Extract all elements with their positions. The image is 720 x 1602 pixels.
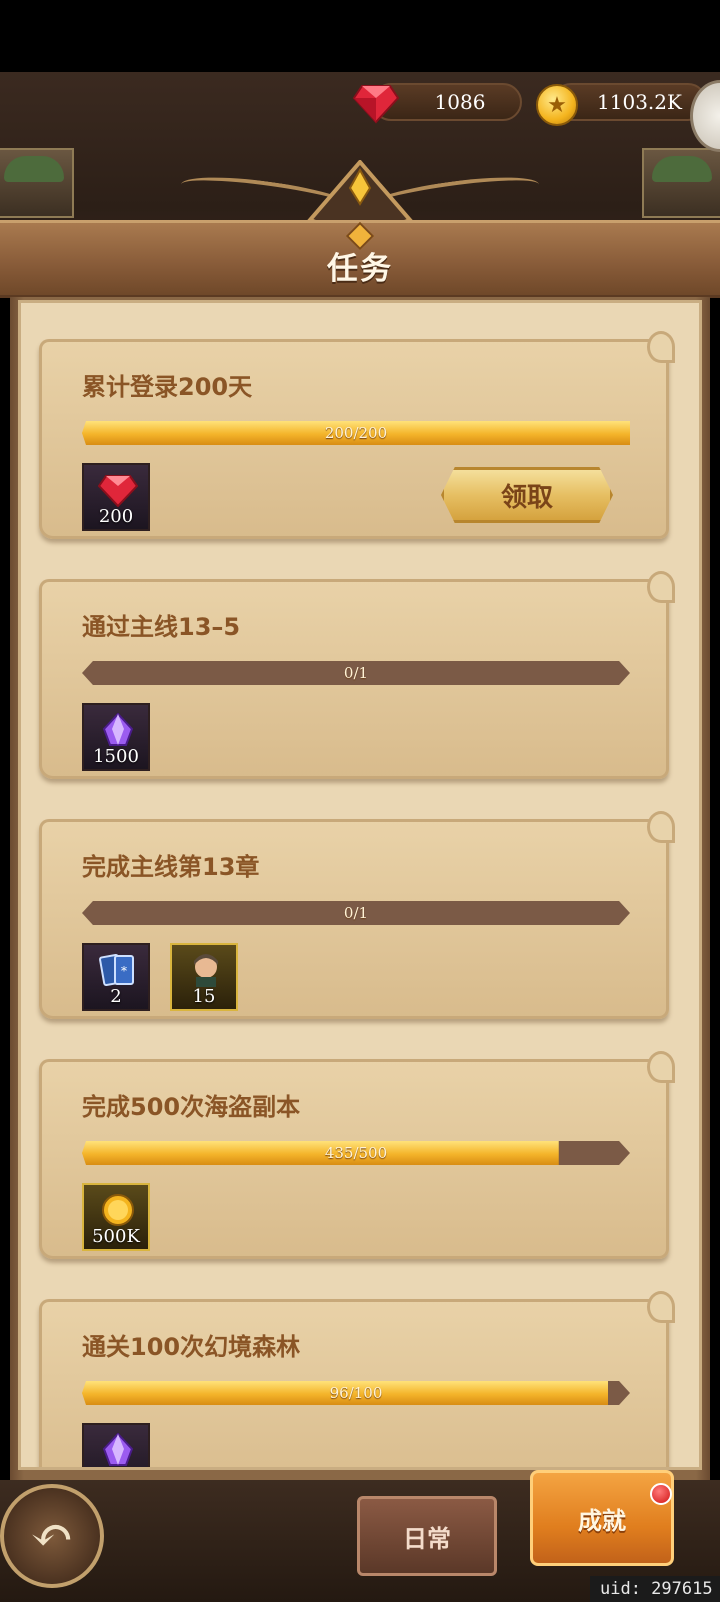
status-bar [0,0,720,72]
card-pack-icon: * [99,953,134,987]
quest-card: 完成主线第13章 0/1 * 2 15 [39,811,675,1019]
quest-card: 通关100次幻境森林 96/100 [39,1291,675,1467]
quest-card: 完成500次海盗副本 435/500 500K [39,1051,675,1259]
tab-achievement[interactable]: 成就 [530,1470,674,1566]
back-arrow-icon: ↶ [30,1506,74,1566]
quest-card: 累计登录200天 200/200 200 领取 [39,331,675,539]
quest-progress-bar: 0/1 [82,661,630,685]
ruby-gem-icon [352,85,400,124]
purple-crystal-icon [102,1433,134,1466]
back-button[interactable]: ↶ [0,1484,104,1588]
progress-text: 0/1 [343,904,369,922]
progress-text: 96/100 [329,1384,383,1402]
progress-text: 435/500 [324,1144,388,1162]
svg-text:*: * [121,964,127,978]
quest-title: 累计登录200天 [82,373,253,401]
reward-item[interactable]: 1500 [82,703,150,771]
reward-item[interactable] [82,1423,150,1467]
reward-item[interactable]: 15 [170,943,238,1011]
gem-count: 1086 [434,90,486,114]
quest-title: 完成主线第13章 [82,853,260,881]
tab-daily[interactable]: 日常 [357,1496,497,1576]
reward-qty: 1500 [93,746,139,767]
quest-title: 完成500次海盗副本 [82,1093,301,1121]
quest-list[interactable]: 累计登录200天 200/200 200 领取 通过主线13–5 0/1 150… [18,300,702,1470]
gold-coin-icon: ★ [536,84,578,126]
page-title: 任务 [327,251,393,287]
reward-item[interactable]: 500K [82,1183,150,1251]
ruby-gem-icon [98,475,138,507]
quest-progress-bar: 435/500 [82,1141,630,1165]
progress-text: 0/1 [343,664,369,682]
quest-progress-bar: 96/100 [82,1381,630,1405]
reward-qty: 2 [110,986,122,1007]
reward-qty: 200 [98,506,134,527]
gold-coin-icon [102,1194,134,1226]
coin-count: 1103.2K [597,90,682,114]
claim-button[interactable]: 领取 [441,467,613,523]
quest-title: 通关100次幻境森林 [82,1333,301,1361]
left-pillar-decoration [0,148,74,218]
purple-crystal-icon [102,713,134,746]
quest-title: 通过主线13–5 [82,613,241,641]
hero-portrait-icon [194,954,218,987]
reward-item[interactable]: 200 [82,463,150,531]
quest-card: 通过主线13–5 0/1 1500 [39,571,675,779]
progress-text: 200/200 [324,424,388,442]
reward-qty: 500K [92,1226,140,1247]
reward-item[interactable]: * 2 [82,943,150,1011]
quest-progress-bar: 0/1 [82,901,630,925]
reward-qty: 15 [192,986,216,1007]
quest-progress-bar: 200/200 [82,421,630,445]
right-pillar-decoration [642,148,720,218]
notification-dot-icon [650,1483,672,1505]
uid-label: uid: 297615 [590,1576,720,1602]
